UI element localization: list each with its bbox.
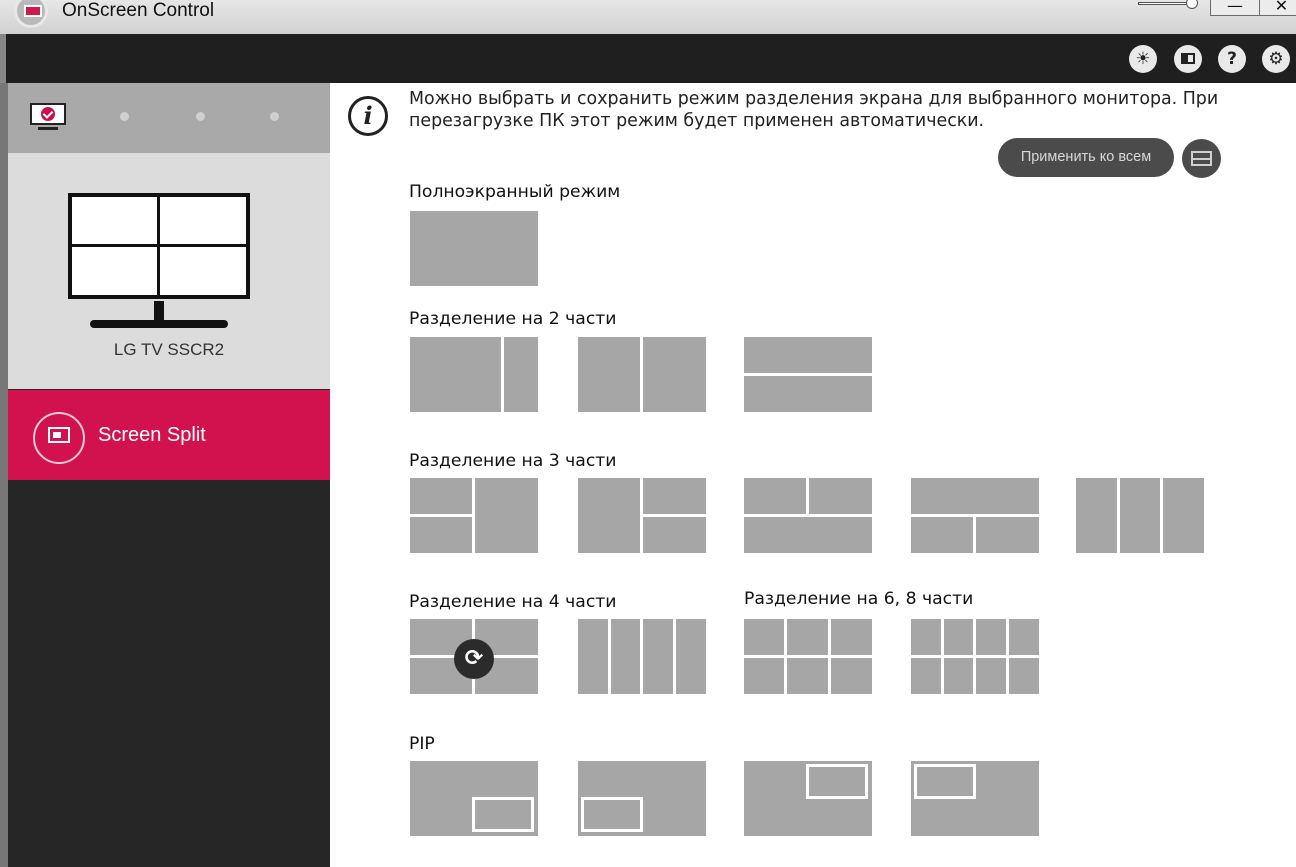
- settings-icon[interactable]: ⚙: [1262, 45, 1290, 73]
- layout-split3-top-pair[interactable]: [744, 478, 872, 553]
- monitor-selector-strip: [8, 83, 330, 153]
- monitor-slot-dot[interactable]: [270, 112, 279, 121]
- section-title-split4: Разделение на 4 части: [409, 592, 617, 612]
- layout-split2-horizontal[interactable]: [744, 337, 872, 412]
- layout-fullscreen[interactable]: [410, 211, 538, 286]
- layout-split8-grid[interactable]: [911, 619, 1039, 694]
- monitor-slot-dot[interactable]: [196, 112, 205, 121]
- layout-split3-columns[interactable]: [1076, 478, 1204, 553]
- monitor-stand-icon: [38, 127, 58, 130]
- help-icon[interactable]: ?: [1218, 45, 1246, 73]
- layout-toggle-button[interactable]: [1182, 139, 1221, 178]
- rotate-icon[interactable]: ⟳: [454, 639, 494, 679]
- layout-split4-grid[interactable]: ⟳: [410, 619, 538, 694]
- layout-split4-columns[interactable]: [578, 619, 706, 694]
- section-title-split2: Разделение на 2 части: [409, 309, 617, 329]
- layout-icon: [1191, 151, 1212, 166]
- section-title-fullscreen: Полноэкранный режим: [409, 182, 621, 202]
- section-title-split68: Разделение на 6, 8 части: [744, 589, 974, 609]
- minimize-button[interactable]: —: [1210, 0, 1260, 16]
- monitor-panel: LG TV SSCR2: [8, 153, 330, 389]
- cursor-select-icon[interactable]: ☀: [1129, 45, 1157, 73]
- layout-pip-top-right[interactable]: [744, 761, 872, 836]
- info-icon: i: [348, 96, 388, 136]
- sidebar-item-label: Screen Split: [98, 424, 206, 446]
- layout-split6-grid[interactable]: [744, 619, 872, 694]
- section-title-pip: PIP: [409, 734, 435, 754]
- monitor-name: LG TV SSCR2: [113, 340, 225, 359]
- sidebar: LG TV SSCR2 Screen Split: [0, 83, 330, 867]
- sidebar-item-screen-split[interactable]: Screen Split: [8, 390, 330, 480]
- layout-split3-bottom-pair[interactable]: [911, 478, 1039, 553]
- window-titlebar: OnScreen Control — ✕: [0, 0, 1296, 34]
- check-icon: [41, 107, 55, 121]
- info-text: Можно выбрать и сохранить режим разделен…: [409, 89, 1219, 131]
- layout-pip-bottom-left[interactable]: [578, 761, 706, 836]
- layout-split2-vertical[interactable]: [578, 337, 706, 412]
- display-icon[interactable]: [1174, 45, 1202, 73]
- close-button[interactable]: ✕: [1259, 0, 1296, 16]
- layout-pip-top-left[interactable]: [911, 761, 1039, 836]
- section-title-split3: Разделение на 3 части: [409, 451, 617, 471]
- layout-split3-right-stack[interactable]: [578, 478, 706, 553]
- apply-to-all-button[interactable]: Применить ко всем: [998, 138, 1174, 177]
- window-opacity-slider[interactable]: [1138, 0, 1198, 9]
- window-title: OnScreen Control: [62, 0, 215, 21]
- top-toolbar: [0, 34, 1296, 83]
- layout-pip-bottom-right[interactable]: [410, 761, 538, 836]
- monitor-slot-dot[interactable]: [120, 112, 129, 121]
- selected-monitor-icon[interactable]: [30, 103, 66, 125]
- monitor-preview-icon: [68, 193, 250, 299]
- layout-split3-left-stack[interactable]: [410, 478, 538, 553]
- app-logo-icon: [14, 0, 48, 28]
- screen-split-icon: [33, 412, 85, 464]
- layout-split2-wide-left[interactable]: [410, 337, 538, 412]
